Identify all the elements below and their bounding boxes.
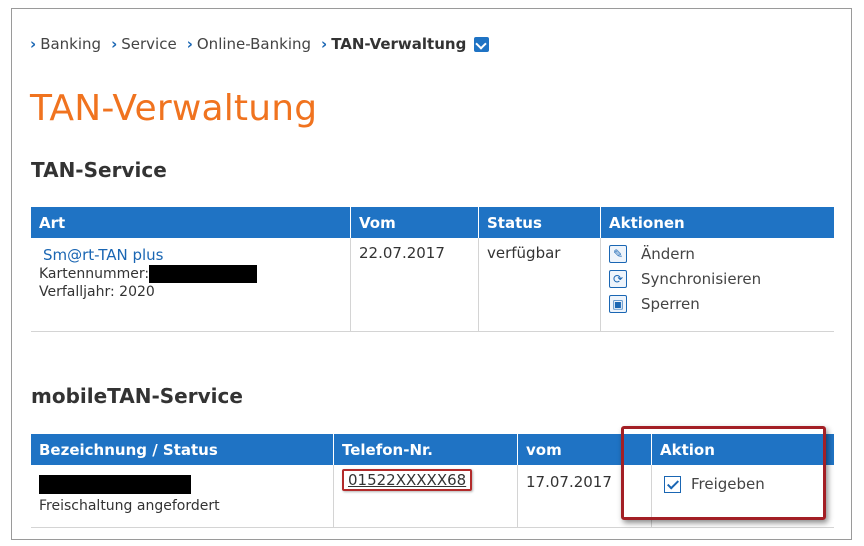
breadcrumb-item-tan-verwaltung: › TAN-Verwaltung — [321, 35, 466, 53]
table-header-row: Art Vom Status Aktionen — [31, 207, 834, 238]
action-sperren[interactable]: ▣ Sperren — [609, 291, 826, 316]
breadcrumb-label: TAN-Verwaltung — [331, 35, 467, 53]
breadcrumb: › Banking › Service › Online-Banking › T… — [30, 35, 490, 53]
mobile-tan-service-heading: mobileTAN-Service — [31, 384, 243, 408]
phone-number: 01522XXXXX68 — [342, 469, 473, 491]
breadcrumb-item-online-banking[interactable]: › Online-Banking — [187, 35, 311, 53]
from-date: 22.07.2017 — [350, 238, 479, 332]
status-text: Freischaltung angefordert — [39, 498, 220, 514]
red-highlight-annotation — [621, 426, 826, 520]
breadcrumb-label: Online-Banking — [196, 35, 312, 53]
action-label: Ändern — [641, 244, 695, 263]
breadcrumb-dropdown-icon[interactable] — [474, 36, 490, 52]
card-number-label: Kartennummer: — [39, 266, 150, 282]
chevron-right-icon: › — [30, 35, 37, 53]
action-label: Sperren — [641, 294, 700, 313]
bezeichnung-cell: Freischaltung angefordert — [31, 465, 334, 528]
redacted-card-number — [149, 265, 258, 283]
lock-icon: ▣ — [609, 294, 627, 313]
sync-icon: ⟳ — [609, 269, 627, 288]
art-cell: Sm@rt-TAN plus Kartennummer: Verfalljahr… — [31, 238, 351, 332]
actions-cell: ✎ Ändern ⟳ Synchronisieren ▣ Sperren — [600, 238, 834, 332]
expiry-year: Verfalljahr: 2020 — [39, 284, 155, 300]
page-title: TAN-Verwaltung — [30, 88, 318, 129]
chevron-right-icon: › — [111, 35, 118, 53]
chevron-right-icon: › — [186, 35, 193, 53]
action-synchronisieren[interactable]: ⟳ Synchronisieren — [609, 266, 826, 291]
smart-tan-plus-link[interactable]: Sm@rt-TAN plus — [43, 246, 163, 264]
tan-service-heading: TAN-Service — [31, 158, 167, 182]
pencil-icon: ✎ — [609, 244, 627, 263]
column-header-bezeichnung-status: Bezeichnung / Status — [31, 434, 334, 465]
action-aendern[interactable]: ✎ Ändern — [609, 241, 826, 266]
breadcrumb-item-banking[interactable]: › Banking — [30, 35, 101, 53]
action-label: Synchronisieren — [641, 269, 762, 288]
redacted-designation — [39, 475, 191, 494]
column-header-vom: Vom — [350, 207, 479, 238]
tan-service-table: Art Vom Status Aktionen Sm@rt-TAN plus K… — [31, 207, 834, 332]
breadcrumb-item-service[interactable]: › Service — [111, 35, 177, 53]
phone-cell: 01522XXXXX68 — [333, 465, 518, 528]
status-value: verfügbar — [478, 238, 601, 332]
chevron-right-icon: › — [321, 35, 328, 53]
column-header-art: Art — [31, 207, 351, 238]
column-header-status: Status — [478, 207, 601, 238]
breadcrumb-label: Banking — [40, 35, 102, 53]
column-header-aktionen: Aktionen — [600, 207, 834, 238]
table-row: Sm@rt-TAN plus Kartennummer: Verfalljahr… — [31, 238, 834, 332]
breadcrumb-label: Service — [121, 35, 177, 53]
column-header-telefon-nr: Telefon-Nr. — [333, 434, 518, 465]
